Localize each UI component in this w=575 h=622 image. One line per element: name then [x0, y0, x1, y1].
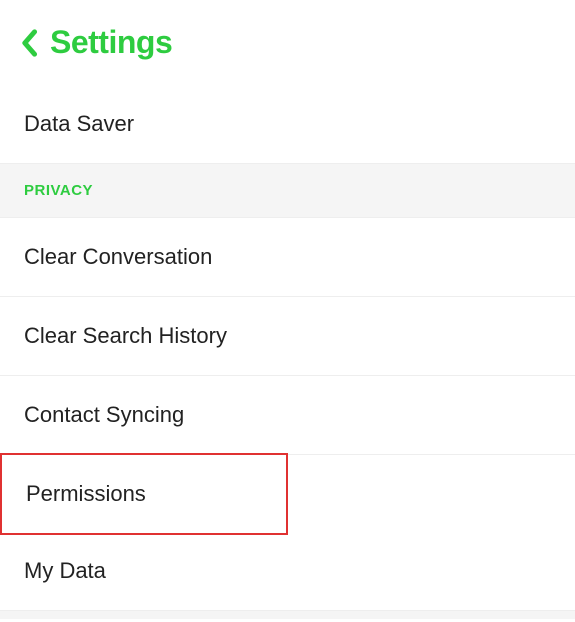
row-label: Clear Search History	[24, 323, 227, 348]
section-header-label: PRIVACY	[24, 182, 93, 199]
row-label: Contact Syncing	[24, 402, 184, 427]
row-label: Permissions	[26, 481, 146, 506]
settings-header: Settings	[0, 0, 575, 85]
section-header-privacy: PRIVACY	[0, 164, 575, 218]
row-label: My Data	[24, 558, 106, 583]
row-contact-syncing[interactable]: Contact Syncing	[0, 376, 575, 455]
row-clear-search-history[interactable]: Clear Search History	[0, 297, 575, 376]
row-clear-conversation[interactable]: Clear Conversation	[0, 218, 575, 297]
row-permissions[interactable]: Permissions	[0, 453, 288, 535]
page-title: Settings	[50, 24, 172, 61]
row-data-saver[interactable]: Data Saver	[0, 85, 575, 164]
row-label: Clear Conversation	[24, 244, 212, 269]
row-my-data[interactable]: My Data	[0, 532, 575, 611]
row-label: Data Saver	[24, 111, 134, 136]
section-footer-spacer	[0, 611, 575, 619]
back-chevron-icon[interactable]	[20, 29, 38, 57]
